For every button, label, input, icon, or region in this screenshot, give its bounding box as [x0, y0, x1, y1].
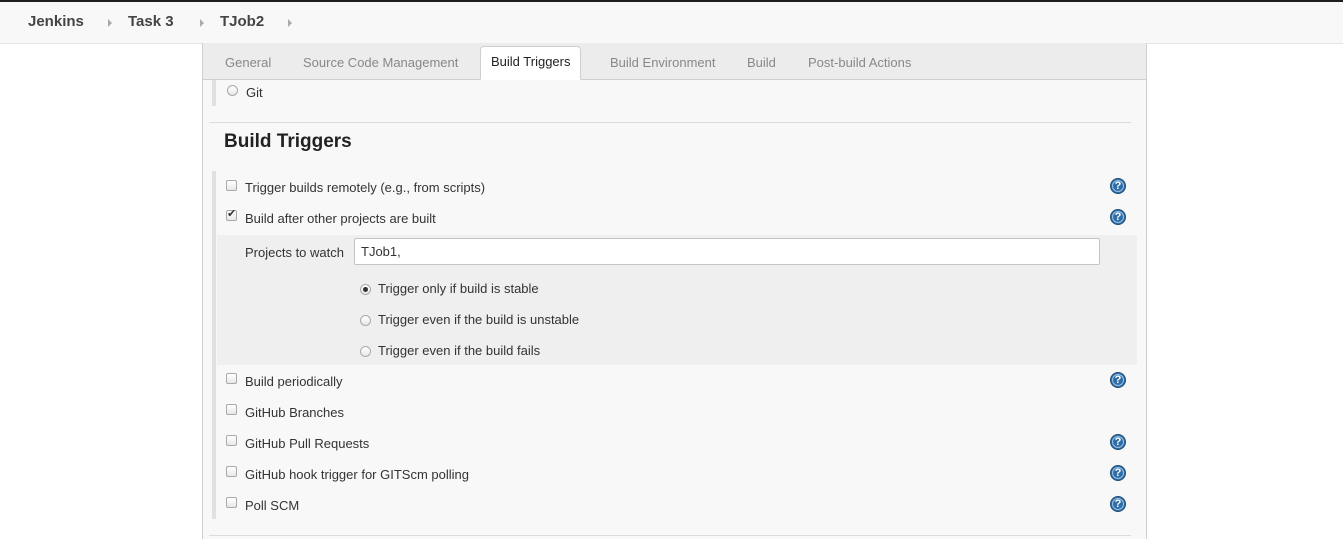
git-label: Git — [246, 85, 263, 100]
github-hook-trigger-checkbox[interactable] — [226, 466, 237, 477]
projects-to-watch-label: Projects to watch — [245, 245, 344, 260]
help-icon[interactable]: ? — [1110, 465, 1126, 481]
trigger-remotely-label: Trigger builds remotely (e.g., from scri… — [245, 180, 486, 195]
tab-build-environment[interactable]: Build Environment — [610, 55, 716, 70]
build-after-other-checkbox[interactable]: ✔ — [226, 208, 237, 221]
breadcrumb: Jenkins Task 3 TJob2 — [0, 2, 1343, 44]
help-icon[interactable]: ? — [1110, 178, 1126, 194]
trigger-stable-label: Trigger only if build is stable — [378, 281, 539, 296]
trigger-unstable-radio[interactable] — [360, 315, 371, 326]
github-branches-label: GitHub Branches — [245, 405, 344, 420]
trigger-remotely-checkbox[interactable] — [226, 180, 237, 191]
projects-to-watch-input[interactable]: TJob1, — [354, 238, 1100, 265]
section-indent-bar — [212, 80, 216, 106]
github-hook-trigger-label: GitHub hook trigger for GITScm polling — [245, 467, 469, 482]
poll-scm-label: Poll SCM — [245, 498, 300, 513]
trigger-fails-radio[interactable] — [360, 346, 371, 357]
section-divider — [209, 122, 1131, 123]
triggers-indent-bar — [212, 171, 216, 519]
git-radio[interactable] — [227, 85, 238, 96]
trigger-stable-radio[interactable] — [360, 284, 371, 295]
trigger-unstable-label: Trigger even if the build is unstable — [378, 312, 580, 327]
github-pull-requests-label: GitHub Pull Requests — [245, 436, 370, 451]
help-icon[interactable]: ? — [1110, 434, 1126, 450]
help-icon[interactable]: ? — [1110, 496, 1126, 512]
tab-build[interactable]: Build — [747, 55, 776, 70]
trigger-fails-label: Trigger even if the build fails — [378, 343, 541, 358]
chevron-right-icon[interactable] — [288, 19, 292, 27]
breadcrumb-jenkins[interactable]: Jenkins — [28, 13, 84, 30]
config-panel: General Source Code Management Build Tri… — [202, 43, 1147, 539]
tab-build-triggers[interactable]: Build Triggers — [480, 46, 582, 80]
help-icon[interactable]: ? — [1110, 209, 1126, 225]
checkmark-icon: ✔ — [227, 208, 237, 220]
section-divider — [209, 535, 1131, 536]
tab-source-code-management[interactable]: Source Code Management — [303, 55, 458, 70]
build-triggers-heading: Build Triggers — [224, 131, 352, 152]
tab-general[interactable]: General — [225, 55, 271, 70]
breadcrumb-tjob2[interactable]: TJob2 — [220, 13, 264, 30]
build-periodically-label: Build periodically — [245, 374, 343, 389]
github-pull-requests-checkbox[interactable] — [226, 435, 237, 446]
help-icon[interactable]: ? — [1110, 372, 1126, 388]
tab-post-build-actions[interactable]: Post-build Actions — [808, 55, 911, 70]
github-branches-checkbox[interactable] — [226, 404, 237, 415]
build-periodically-checkbox[interactable] — [226, 373, 237, 384]
chevron-right-icon[interactable] — [200, 19, 204, 27]
breadcrumb-task-3[interactable]: Task 3 — [128, 13, 174, 30]
config-tab-bar: General Source Code Management Build Tri… — [203, 43, 1146, 80]
chevron-right-icon[interactable] — [108, 19, 112, 27]
poll-scm-checkbox[interactable] — [226, 497, 237, 508]
build-after-other-label: Build after other projects are built — [245, 211, 436, 226]
